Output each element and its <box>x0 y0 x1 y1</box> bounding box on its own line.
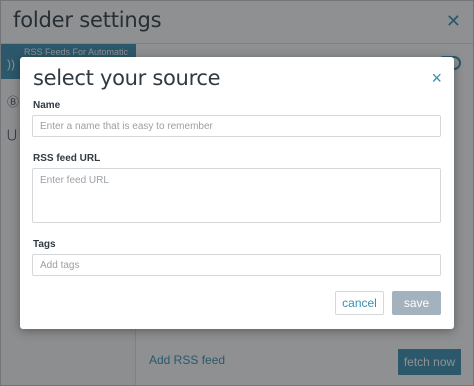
save-button[interactable]: save <box>392 291 441 315</box>
name-label: Name <box>33 100 61 111</box>
rss-url-field[interactable] <box>32 168 441 223</box>
tags-field[interactable] <box>32 254 441 276</box>
cancel-button[interactable]: cancel <box>335 291 384 315</box>
dialog-title: select your source <box>33 66 221 90</box>
close-icon[interactable]: × <box>431 68 442 89</box>
rss-url-label: RSS feed URL <box>33 153 101 164</box>
select-source-dialog: select your source × Name RSS feed URL T… <box>20 57 454 329</box>
name-field[interactable] <box>32 115 441 137</box>
tags-label: Tags <box>33 239 56 250</box>
